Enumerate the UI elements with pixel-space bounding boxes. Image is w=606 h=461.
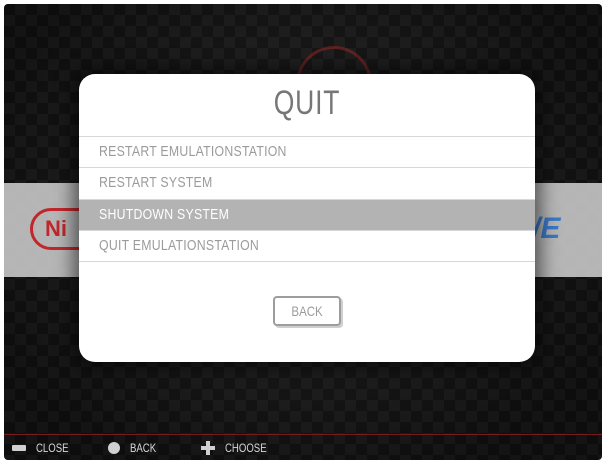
system-logo-right: /E bbox=[532, 212, 561, 245]
dpad-icon bbox=[201, 441, 215, 455]
help-item-choose: CHOOSE bbox=[201, 439, 277, 457]
dialog-title: QUIT bbox=[273, 84, 341, 122]
menu-item-restart-emulationstation[interactable]: RESTART EMULATIONSTATION bbox=[79, 136, 535, 167]
help-item-back: BACK bbox=[108, 439, 163, 457]
menu-item-label: QUIT EMULATIONSTATION bbox=[99, 237, 260, 254]
help-label-close: CLOSE bbox=[36, 441, 69, 455]
quit-dialog: QUIT RESTART EMULATIONSTATION RESTART SY… bbox=[79, 74, 535, 362]
menu-item-restart-system[interactable]: RESTART SYSTEM bbox=[79, 167, 535, 198]
menu-item-label: SHUTDOWN SYSTEM bbox=[99, 206, 230, 223]
back-button[interactable]: BACK bbox=[273, 296, 341, 326]
button-b-icon bbox=[108, 442, 120, 454]
keyboard-icon bbox=[12, 445, 26, 451]
menu-item-label: RESTART EMULATIONSTATION bbox=[99, 143, 287, 160]
help-item-close: CLOSE bbox=[12, 439, 77, 457]
menu-divider bbox=[79, 261, 535, 262]
back-button-label: BACK bbox=[291, 303, 323, 319]
menu-item-quit-emulationstation[interactable]: QUIT EMULATIONSTATION bbox=[79, 230, 535, 261]
help-label-back: BACK bbox=[130, 441, 157, 455]
emulationstation-screen: Ni /E QUIT RESTART EMULATIONSTATION REST… bbox=[4, 4, 602, 460]
help-label-choose: CHOOSE bbox=[225, 441, 267, 455]
menu-item-shutdown-system[interactable]: SHUTDOWN SYSTEM bbox=[79, 199, 535, 230]
help-bar: CLOSE BACK CHOOSE bbox=[4, 434, 602, 460]
menu-item-label: RESTART SYSTEM bbox=[99, 174, 213, 191]
